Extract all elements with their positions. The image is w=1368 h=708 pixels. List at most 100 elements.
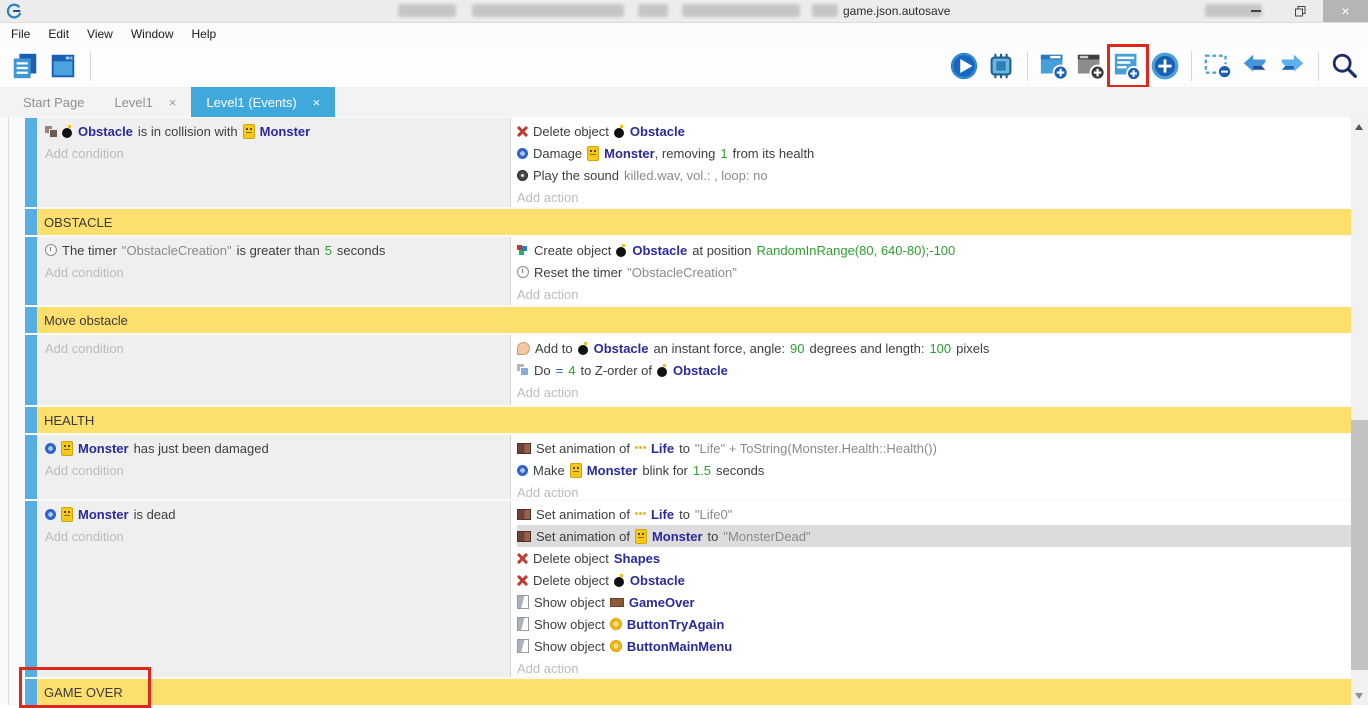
group-header-health[interactable]: HEALTH bbox=[37, 407, 1351, 433]
placeholder-label: Add action bbox=[517, 661, 578, 676]
event-selection-bar[interactable] bbox=[25, 435, 37, 499]
add-condition-button[interactable]: Add condition bbox=[45, 525, 510, 547]
group-header-move-obstacle[interactable]: Move obstacle bbox=[37, 307, 1351, 333]
remove-selection-button[interactable] bbox=[1201, 48, 1235, 84]
add-action-button[interactable]: Add action bbox=[517, 657, 1351, 677]
add-condition-button[interactable]: Add condition bbox=[45, 142, 510, 164]
menu-item-help[interactable]: Help bbox=[183, 23, 226, 44]
event-text: from its health bbox=[733, 146, 815, 161]
add-object-group-button[interactable] bbox=[1074, 48, 1108, 84]
event-line[interactable]: Delete objectObstacle bbox=[517, 120, 1351, 142]
event-line[interactable]: Set animation ofLifeto"Life0" bbox=[517, 503, 1351, 525]
project-manager-icon bbox=[10, 51, 40, 81]
event-text: The timer bbox=[62, 243, 117, 258]
event-text: pixels bbox=[956, 341, 989, 356]
event-line[interactable]: Delete object Shapes bbox=[517, 547, 1351, 569]
event-selection-bar[interactable] bbox=[25, 237, 37, 305]
event-line[interactable]: Show objectButtonMainMenu bbox=[517, 635, 1351, 657]
event-selection-bar[interactable] bbox=[25, 501, 37, 677]
event-selection-bar[interactable] bbox=[25, 407, 37, 433]
event-selection-bar[interactable] bbox=[25, 307, 37, 333]
event-selection-bar[interactable] bbox=[25, 118, 37, 207]
actions-column: Set animation ofLifeto"Life0"Set animati… bbox=[511, 501, 1351, 677]
menu-item-view[interactable]: View bbox=[78, 23, 122, 44]
event-line[interactable]: Set animation ofMonsterto"MonsterDead" bbox=[517, 525, 1351, 547]
event-text: degrees and length: bbox=[810, 341, 925, 356]
event-text: to Z-order of bbox=[580, 363, 652, 378]
add-button[interactable] bbox=[1148, 48, 1182, 84]
add-action-button[interactable]: Add action bbox=[517, 283, 1351, 305]
event-line[interactable]: DamageMonster, removing1from its health bbox=[517, 142, 1351, 164]
tab-label: Level1 bbox=[114, 95, 152, 110]
tab-close-icon[interactable]: × bbox=[169, 95, 177, 110]
event-line[interactable]: Obstacleis in collision withMonster bbox=[45, 120, 510, 142]
event-selection-bar[interactable] bbox=[25, 209, 37, 235]
event-line[interactable]: The timer"ObstacleCreation"is greater th… bbox=[45, 239, 510, 261]
monster-icon bbox=[635, 529, 647, 544]
object-name: GameOver bbox=[629, 595, 695, 610]
add-object-icon bbox=[1039, 51, 1069, 81]
group-row-health: HEALTH bbox=[25, 407, 1351, 433]
monster-icon bbox=[243, 124, 255, 139]
event-line[interactable]: Delete objectObstacle bbox=[517, 569, 1351, 591]
event-line[interactable]: Show objectGameOver bbox=[517, 591, 1351, 613]
event-line[interactable]: Add toObstaclean instant force, angle:90… bbox=[517, 337, 1351, 359]
toolbar bbox=[0, 44, 1368, 87]
add-condition-button[interactable]: Add condition bbox=[45, 337, 510, 359]
play-button[interactable] bbox=[947, 48, 981, 84]
event-text: "ObstacleCreation" bbox=[122, 243, 232, 258]
tab-level1-events[interactable]: Level1 (Events)× bbox=[191, 87, 335, 117]
event-line[interactable]: MakeMonsterblink for1.5seconds bbox=[517, 459, 1351, 481]
bomb-icon bbox=[616, 244, 627, 257]
close-button[interactable]: × bbox=[1323, 0, 1368, 22]
add-object-button[interactable] bbox=[1037, 48, 1071, 84]
group-row-obstacle: OBSTACLE bbox=[25, 209, 1351, 235]
event-text: Delete object bbox=[533, 551, 609, 566]
search-button[interactable] bbox=[1328, 48, 1362, 84]
group-header-obstacle[interactable]: OBSTACLE bbox=[37, 209, 1351, 235]
event-line[interactable]: Monsterhas just been damaged bbox=[45, 437, 510, 459]
menu-item-window[interactable]: Window bbox=[122, 23, 183, 44]
tab-level1[interactable]: Level1 × bbox=[99, 87, 191, 117]
tab-start-page[interactable]: Start Page bbox=[8, 87, 99, 117]
menu-item-edit[interactable]: Edit bbox=[39, 23, 78, 44]
scroll-up-arrow-icon[interactable] bbox=[1355, 124, 1363, 130]
add-event-button[interactable] bbox=[1111, 48, 1145, 84]
add-condition-button[interactable]: Add condition bbox=[45, 261, 510, 283]
start-page-button[interactable] bbox=[46, 48, 80, 84]
menu-item-file[interactable]: File bbox=[2, 23, 39, 44]
event-selection-bar[interactable] bbox=[25, 335, 37, 405]
minimize-button[interactable] bbox=[1233, 0, 1278, 22]
scrollbar-thumb[interactable] bbox=[1351, 420, 1368, 670]
project-manager-button[interactable] bbox=[8, 48, 42, 84]
event-text: Make bbox=[533, 463, 565, 478]
event-text: has just been damaged bbox=[134, 441, 269, 456]
debug-button[interactable] bbox=[984, 48, 1018, 84]
scroll-down-arrow-icon[interactable] bbox=[1355, 693, 1363, 699]
tab-close-icon[interactable]: × bbox=[313, 95, 321, 110]
event-line[interactable]: Show objectButtonTryAgain bbox=[517, 613, 1351, 635]
add-action-button[interactable]: Add action bbox=[517, 186, 1351, 207]
vertical-scrollbar[interactable] bbox=[1351, 117, 1368, 705]
undo-button[interactable] bbox=[1238, 48, 1272, 84]
event-text: "MonsterDead" bbox=[723, 529, 810, 544]
event-line[interactable]: Create objectObstacleat positionRandomIn… bbox=[517, 239, 1351, 261]
event-text: 1.5 bbox=[693, 463, 711, 478]
add-action-button[interactable]: Add action bbox=[517, 481, 1351, 499]
event-selection-bar[interactable] bbox=[25, 679, 37, 705]
add-condition-button[interactable]: Add condition bbox=[45, 459, 510, 481]
event-line[interactable]: Reset the timer"ObstacleCreation" bbox=[517, 261, 1351, 283]
conditions-column: Add condition bbox=[37, 335, 511, 405]
event-line[interactable]: Set animation ofLifeto"Life" + ToString(… bbox=[517, 437, 1351, 459]
redo-button[interactable] bbox=[1275, 48, 1309, 84]
event-text: 90 bbox=[790, 341, 804, 356]
restore-button[interactable] bbox=[1278, 0, 1323, 22]
delete-icon bbox=[517, 575, 528, 586]
object-name: Shapes bbox=[614, 551, 660, 566]
event-line[interactable]: Play the soundkilled.wav, vol.: , loop: … bbox=[517, 164, 1351, 186]
event-line[interactable]: Do=4to Z-order ofObstacle bbox=[517, 359, 1351, 381]
group-header-game-over[interactable]: GAME OVER bbox=[37, 679, 1351, 705]
event-line[interactable]: Monsteris dead bbox=[45, 503, 510, 525]
add-action-button[interactable]: Add action bbox=[517, 381, 1351, 403]
event-text: to bbox=[708, 529, 719, 544]
